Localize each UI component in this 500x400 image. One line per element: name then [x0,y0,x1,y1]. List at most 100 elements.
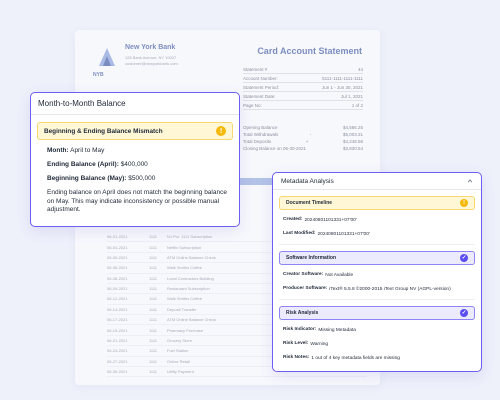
check-icon: ✓ [460,254,468,262]
transaction-desc: Utility Payment [167,369,194,375]
transaction-date: 06-12-2021 [107,296,128,302]
transaction-date: 06-30-2021 [107,369,128,375]
document-timeline-section[interactable]: Document Timeline ! [279,196,475,210]
beginning-balance-line: Beginning Balance (May): $500,000 [47,175,229,182]
ending-balance-line: Ending Balance (April): $400,000 [47,161,229,168]
modified-field: Last Modified: 20240801101331+07'00' [283,231,370,237]
meta-row: Statement #44 [243,65,363,74]
chevron-up-icon[interactable] [467,178,473,184]
statement-title: Card Account Statement [257,46,362,56]
transaction-code: 1111 [149,254,158,260]
software-information-section[interactable]: Software Information ✓ [279,251,475,265]
warning-icon: ! [216,126,226,136]
section-title: Software Information [286,255,337,261]
bank-name: New York Bank [125,44,176,51]
transaction-date: 06-05-2021 [107,254,128,260]
meta-row: Account Number: 5111-1111-1111-1111 [243,74,363,83]
transaction-date: 06-14-2021 [107,306,128,312]
month-to-month-card: Month-to-Month Balance Beginning & Endin… [30,92,240,227]
creator-field: Creator Software: Not Available [283,272,354,278]
transaction-date: 06-01-2021 [107,234,128,240]
transaction-date: 06-04-2021 [107,244,128,250]
transaction-desc: Netflix Subscription [167,244,202,250]
transaction-code: 1111 [149,327,158,333]
transaction-date: 06-21-2021 [107,337,128,343]
transaction-code: 1111 [149,306,158,312]
bank-logo-icon [99,48,115,66]
meta-row: Page No: 1 of 2 [243,101,363,110]
transaction-desc: NJ Pur. 1111 Subscription [167,234,213,240]
transaction-desc: Walk Smiths Coffee [167,296,202,302]
mismatch-note: Ending balance on April does not match t… [47,189,227,213]
bank-address: 125 Bank Avenue, NY 10007 customer@newyo… [125,55,178,67]
ending-balance-label: Ending Balance (April): [47,161,119,168]
divider [279,244,475,245]
transaction-desc: Grocery Store [167,337,192,343]
transaction-date: 06-08-2021 [107,275,128,281]
software-fields: Creator Software: Not Available Producer… [273,272,481,293]
beginning-balance-value: $500,000 [128,175,156,182]
transaction-date: 06-27-2021 [107,358,128,364]
metadata-card-header[interactable]: Metadata Analysis [273,173,481,190]
transaction-code: 1111 [149,234,158,240]
month-line: Month: April to May [47,147,229,154]
month-card-header: Month-to-Month Balance [31,93,239,115]
transaction-desc: Local Contractors Building [167,275,214,281]
transaction-desc: Restaurant Subscription [167,286,210,292]
summary-row: Opening Balance $4,586.25 [243,125,363,130]
summary-row: Total Deposits + $4,248.58 [243,139,363,144]
transaction-desc: Deposit Transfer [167,306,197,312]
transaction-desc: Online Retail [167,358,190,364]
month-label: Month: [47,147,69,154]
meta-row: Statement Date: Jul 1, 2021 [243,92,363,101]
transaction-code: 1111 [149,348,158,354]
warning-icon: ! [460,199,468,207]
transaction-code: 1111 [149,317,158,323]
transaction-desc: Fuel Station [167,348,189,354]
transaction-desc: ATM Online Balance Check [167,317,216,323]
section-title: Document Timeline [286,200,333,206]
transaction-code: 1111 [149,275,158,281]
transaction-date: 06-06-2021 [107,265,128,271]
transaction-code: 1111 [149,286,158,292]
transaction-code: 1111 [149,369,158,375]
transaction-code: 1111 [149,265,158,271]
metadata-card-title: Metadata Analysis [281,177,334,185]
ending-balance-value: $400,000 [120,161,148,168]
transaction-date: 06-09-2021 [107,286,128,292]
transaction-code: 1111 [149,244,158,250]
transaction-date: 06-17-2021 [107,317,128,323]
balance-mismatch-alert: Beginning & Ending Balance Mismatch ! [37,122,233,140]
bank-logo-text: NYB [93,72,104,78]
risk-analysis-section[interactable]: Risk Analysis ✓ [279,306,475,320]
transaction-desc: Pharmacy Purchase [167,327,204,333]
transaction-code: 1111 [149,358,158,364]
risk-fields: Risk Indicator: Missing Metadata Risk Le… [273,327,481,362]
timeline-fields: Created: 20240801101331+07'00' Last Modi… [273,217,481,238]
risk-indicator-field: Risk Indicator: Missing Metadata [283,327,356,333]
address-line: customer@newyorkbank.com [125,61,178,66]
transaction-date: 06-19-2021 [107,327,128,333]
risk-notes-field: Risk Notes: 1 out of 4 key metadata fiel… [283,355,400,361]
transaction-code: 1111 [149,296,158,302]
producer-field: Producer Software: iText® 5.5.8 ©2000-20… [283,286,451,292]
section-title: Risk Analysis [286,310,319,316]
summary-row: Total Withdrawals - $5,003.31 [243,132,363,137]
transaction-desc: Walk Smiths Coffee [167,265,202,271]
summary-row: Closing Balance on 06-30-2021 $3,830.54 [243,146,363,151]
month-value: April to May [70,147,105,154]
metadata-analysis-card: Metadata Analysis Document Timeline ! Cr… [272,172,482,372]
beginning-balance-label: Beginning Balance (May): [47,175,127,182]
alert-title: Beginning & Ending Balance Mismatch [44,127,163,135]
check-icon: ✓ [460,309,468,317]
risk-level-field: Risk Level: Warning [283,341,329,347]
transaction-desc: ATM Online Balance Check [167,254,216,260]
created-field: Created: 20240801101331+07'00' [283,217,357,223]
divider [279,299,475,300]
meta-row: Statement Period: Jun 1 - Jun 30, 2021 [243,83,363,92]
statement-summary: Opening Balance $4,586.25 Total Withdrawa… [243,124,363,152]
month-card-body: Month: April to May Ending Balance (Apri… [31,140,239,215]
statement-meta-table: Statement #44 Account Number: 5111-1111-1… [243,65,363,110]
transaction-date: 06-24-2021 [107,348,128,354]
transaction-code: 1111 [149,337,158,343]
